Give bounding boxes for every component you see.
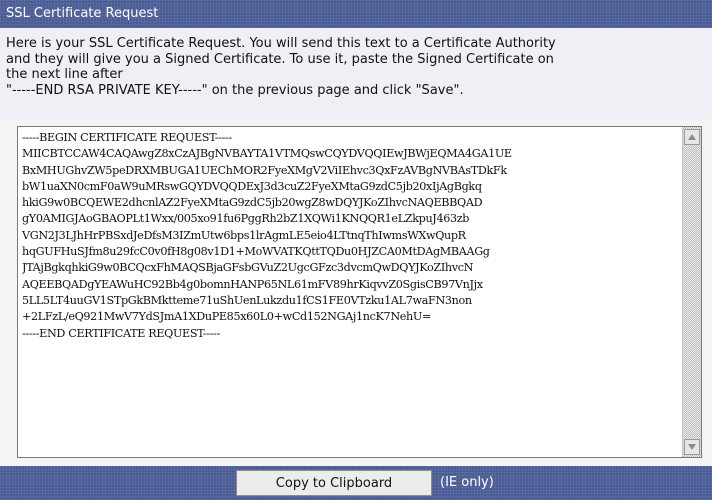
- instructions-line: and they will give you a Signed Certific…: [6, 51, 554, 67]
- ie-only-note: (IE only): [440, 475, 494, 490]
- copy-to-clipboard-button[interactable]: Copy to Clipboard: [236, 470, 432, 496]
- certificate-request-textarea[interactable]: -----BEGIN CERTIFICATE REQUEST----- MIIC…: [17, 126, 702, 458]
- triangle-down-icon: [688, 444, 696, 450]
- instructions-line: Here is your SSL Certificate Request. Yo…: [6, 36, 556, 51]
- certificate-request-text[interactable]: -----BEGIN CERTIFICATE REQUEST----- MIIC…: [22, 130, 679, 455]
- scroll-up-button[interactable]: [684, 129, 700, 145]
- page-title-bar: SSL Certificate Request: [0, 0, 712, 28]
- triangle-up-icon: [688, 134, 696, 140]
- vertical-scrollbar[interactable]: [682, 127, 701, 457]
- scroll-down-button[interactable]: [684, 439, 700, 455]
- page-title: SSL Certificate Request: [6, 6, 159, 21]
- footer-bar: Copy to Clipboard (IE only): [0, 466, 712, 500]
- instructions-line: the next line after: [6, 67, 123, 82]
- instructions-line: "-----END RSA PRIVATE KEY-----" on the p…: [6, 82, 464, 98]
- instructions: Here is your SSL Certificate Request. Yo…: [0, 28, 712, 120]
